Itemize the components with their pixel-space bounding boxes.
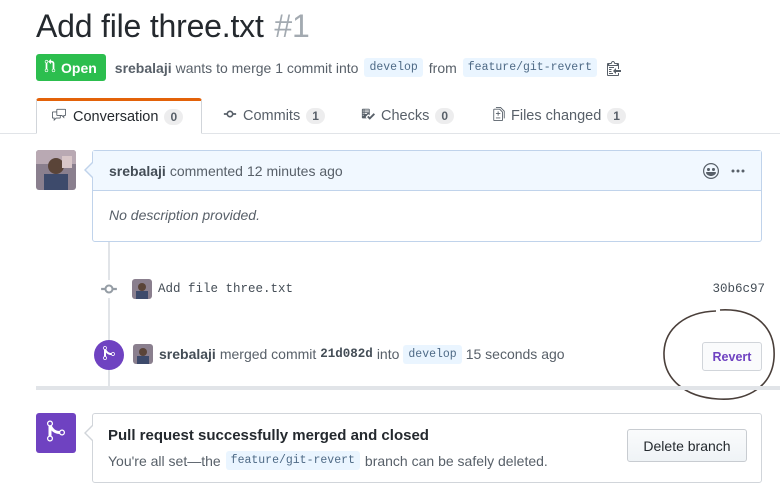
avatar[interactable] <box>36 150 76 190</box>
merge-into-text: into <box>376 346 400 362</box>
checklist-icon <box>361 107 375 125</box>
tab-conversation[interactable]: Conversation 0 <box>36 98 202 134</box>
comment-author-link[interactable]: srebalaji <box>109 163 166 179</box>
commit-sha-link[interactable]: 30b6c97 <box>712 282 765 296</box>
git-merge-icon <box>47 419 65 448</box>
comment-box: srebalaji commented 12 minutes ago No de… <box>92 150 762 242</box>
comment-action: commented <box>169 162 243 179</box>
status-badge: Open <box>36 54 106 81</box>
comment-discussion-icon <box>51 108 67 126</box>
more-options-icon[interactable] <box>731 163 745 182</box>
comment-header: srebalaji commented 12 minutes ago <box>93 151 761 191</box>
commit-message-link[interactable]: Add file three.txt <box>158 282 293 296</box>
delete-branch-button[interactable]: Delete branch <box>627 429 747 462</box>
timeline-end-divider <box>36 386 780 390</box>
tab-commits-count: 1 <box>306 108 325 124</box>
comment-timestamp[interactable]: 12 minutes ago <box>247 163 343 179</box>
status-badge-label: Open <box>61 59 97 76</box>
pr-number: #1 <box>274 8 310 44</box>
tab-checks-label: Checks <box>381 108 430 124</box>
file-diff-icon <box>493 107 505 125</box>
comment-actions <box>703 163 745 182</box>
merged-status-icon <box>36 413 76 453</box>
merge-avatar[interactable] <box>133 344 153 364</box>
merged-sub-before: You're all set—the <box>108 452 221 469</box>
tab-commits-label: Commits <box>243 108 301 124</box>
tab-files-changed-label: Files changed <box>511 108 602 124</box>
clipboard-copy-icon[interactable] <box>607 60 622 76</box>
comment-arrow-inner <box>86 163 93 177</box>
tab-files-changed[interactable]: Files changed 1 <box>493 98 626 134</box>
merge-event-row: srebalaji merged commit 21d082d into dev… <box>133 343 565 365</box>
smiley-icon[interactable] <box>703 163 719 182</box>
comment-body: No description provided. <box>109 207 260 223</box>
base-branch[interactable]: develop <box>364 58 423 77</box>
merged-subtitle: You're all set—the feature/git-revert br… <box>108 451 548 470</box>
tab-files-changed-count: 1 <box>607 108 626 124</box>
pr-open-icon <box>44 59 56 76</box>
git-merge-icon <box>103 345 115 366</box>
merged-sub-after: branch can be safely deleted. <box>364 452 548 469</box>
commit-row: Add file three.txt 30b6c97 <box>100 278 765 300</box>
merge-author-link[interactable]: srebalaji <box>159 346 216 362</box>
tab-conversation-count: 0 <box>164 109 184 125</box>
merged-box-arrow-inner <box>86 426 93 440</box>
merge-sha-link[interactable]: 21d082d <box>320 347 373 361</box>
merge-branch[interactable]: develop <box>403 344 462 364</box>
commit-avatar[interactable] <box>132 279 152 299</box>
git-commit-icon <box>223 107 237 125</box>
pr-title: Add file three.txt #1 <box>36 8 310 45</box>
merged-branch[interactable]: feature/git-revert <box>225 451 360 470</box>
merge-text: wants to merge 1 commit into <box>175 59 359 76</box>
merge-event-badge <box>94 340 124 370</box>
merged-title: Pull request successfully merged and clo… <box>108 427 429 444</box>
tab-checks[interactable]: Checks 0 <box>361 98 455 134</box>
tab-conversation-label: Conversation <box>73 109 159 125</box>
pr-title-text: Add file three.txt <box>36 8 264 44</box>
merge-action: merged commit <box>219 346 317 362</box>
from-text: from <box>428 59 457 76</box>
tab-checks-count: 0 <box>435 108 455 124</box>
merge-timestamp[interactable]: 15 seconds ago <box>466 346 565 362</box>
git-commit-icon <box>100 280 118 303</box>
pr-author-link[interactable]: srebalaji <box>115 60 172 76</box>
pr-meta: Open srebalaji wants to merge 1 commit i… <box>36 54 622 81</box>
head-branch[interactable]: feature/git-revert <box>462 58 598 77</box>
tab-commits[interactable]: Commits 1 <box>223 98 325 134</box>
